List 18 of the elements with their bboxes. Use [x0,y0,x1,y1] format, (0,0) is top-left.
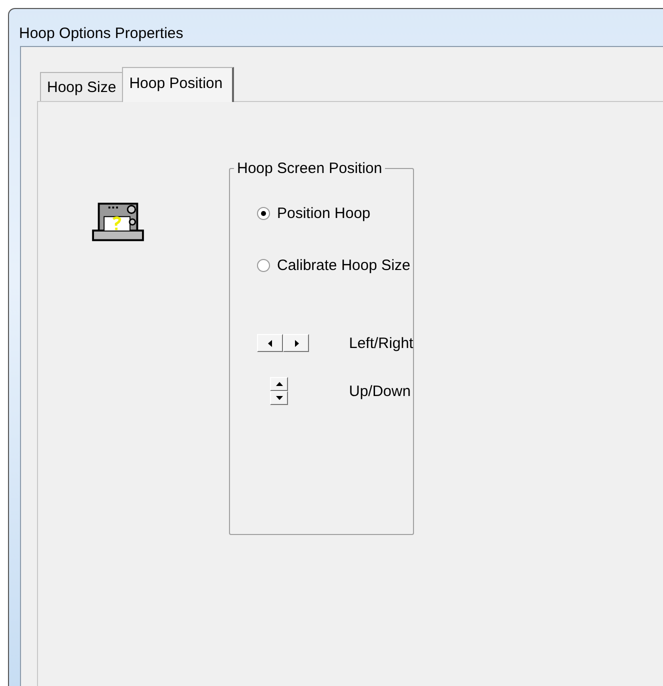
radio-button[interactable] [257,259,270,272]
radio-button[interactable] [257,207,270,220]
down-arrow-button[interactable] [270,391,288,405]
right-arrow-button[interactable] [283,334,309,352]
group-title: Hoop Screen Position [236,160,384,177]
window-title: Hoop Options Properties [18,24,184,44]
up-arrow-icon [276,382,282,386]
tab[interactable]: Hoop Position [122,67,234,102]
left-arrow-icon [268,340,272,346]
left-arrow-button[interactable] [257,334,283,352]
spinner-label: Left/Right [349,334,414,352]
tab[interactable]: Hoop Size [40,72,124,101]
down-arrow-icon [276,396,282,400]
right-arrow-icon [294,340,298,346]
up-arrow-button[interactable] [270,377,288,391]
radio-label: Calibrate Hoop Size [277,257,410,274]
radio-label: Position Hoop [277,205,370,222]
spinner-label: Up/Down [349,382,411,400]
